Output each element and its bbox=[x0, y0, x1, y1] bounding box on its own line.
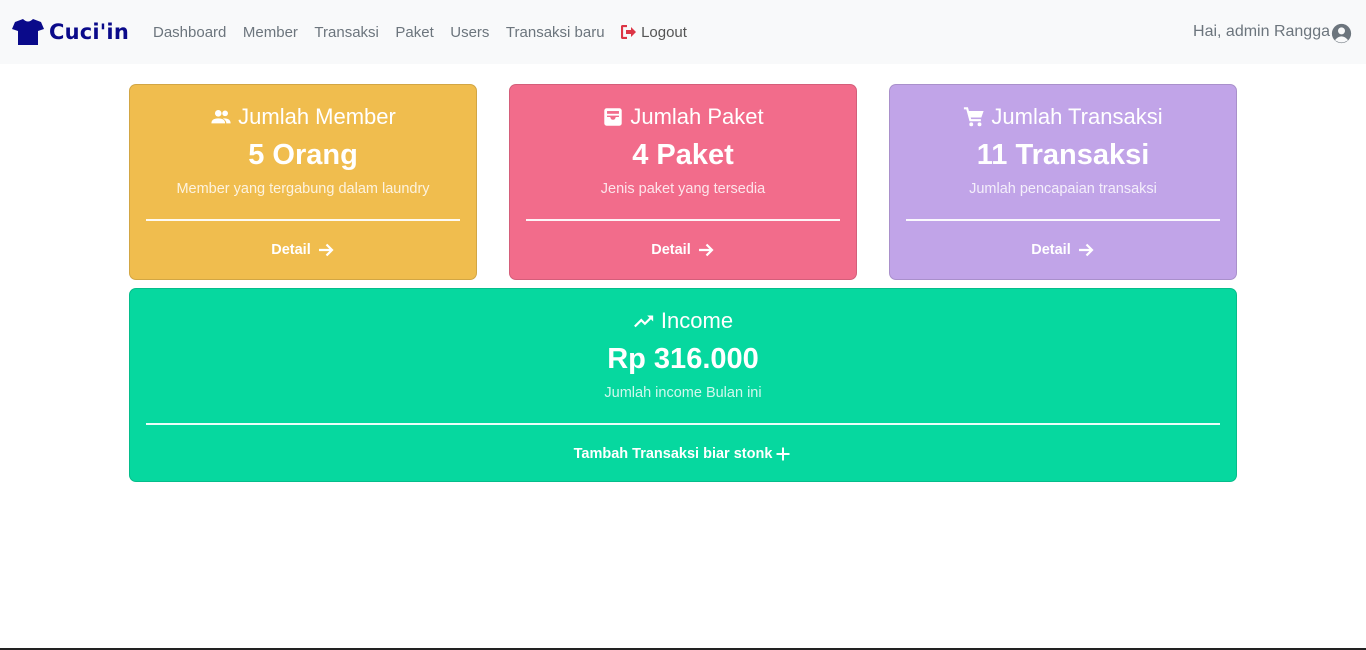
brand-name: Cuci'in bbox=[49, 20, 129, 44]
nav-link-transaksi-baru[interactable]: Transaksi baru bbox=[506, 24, 605, 41]
nav-link-paket[interactable]: Paket bbox=[395, 24, 433, 41]
nav-links: Dashboard Member Transaksi Paket Users T… bbox=[153, 24, 703, 41]
member-count: 5 Orang bbox=[248, 139, 358, 171]
nav-link-users[interactable]: Users bbox=[450, 24, 489, 41]
user-greeting: Hai, admin Rangga bbox=[1193, 23, 1330, 40]
member-card: Jumlah Member 5 Orang Member yang tergab… bbox=[129, 84, 477, 280]
member-card-title: Jumlah Member bbox=[238, 104, 396, 129]
member-detail-link[interactable]: Detail bbox=[130, 241, 476, 259]
transaksi-detail-label: Detail bbox=[1031, 242, 1071, 258]
paket-card-subtitle: Jenis paket yang tersedia bbox=[600, 181, 766, 197]
income-card-divider bbox=[146, 423, 1220, 425]
member-detail-label: Detail bbox=[271, 242, 311, 258]
brand[interactable]: Cuci'in bbox=[12, 18, 129, 46]
paket-card-title: Jumlah Paket bbox=[630, 104, 764, 129]
transaksi-count: 11 Transaksi bbox=[976, 139, 1150, 171]
plus-icon bbox=[776, 447, 790, 461]
logout-link[interactable]: Logout bbox=[621, 24, 687, 41]
paket-card-header: Jumlah Paket bbox=[510, 104, 856, 130]
member-card-header: Jumlah Member bbox=[130, 104, 476, 130]
arrow-right-icon bbox=[1078, 243, 1094, 257]
nav-link-dashboard[interactable]: Dashboard bbox=[153, 24, 226, 41]
paket-count: 4 Paket bbox=[632, 139, 734, 171]
inbox-icon bbox=[604, 108, 623, 126]
sign-out-icon bbox=[621, 25, 637, 39]
paket-card: Jumlah Paket 4 Paket Jenis paket yang te… bbox=[509, 84, 857, 280]
add-transaction-link[interactable]: Tambah Transaksi biar stonk bbox=[130, 445, 1236, 463]
income-card-subtitle: Jumlah income Bulan ini bbox=[604, 385, 762, 401]
nav-link-transaksi[interactable]: Transaksi bbox=[314, 24, 378, 41]
transaksi-card-divider bbox=[906, 219, 1220, 221]
income-card-header: Income bbox=[130, 308, 1236, 334]
transaksi-card-header: Jumlah Transaksi bbox=[890, 104, 1236, 130]
user-circle-icon bbox=[1331, 23, 1352, 44]
nav-link-member[interactable]: Member bbox=[243, 24, 298, 41]
transaksi-detail-link[interactable]: Detail bbox=[890, 241, 1236, 259]
paket-detail-link[interactable]: Detail bbox=[510, 241, 856, 259]
income-amount: Rp 316.000 bbox=[607, 343, 759, 375]
logout-label: Logout bbox=[641, 23, 687, 41]
income-card: Income Rp 316.000 Jumlah income Bulan in… bbox=[129, 288, 1237, 482]
transaksi-card-title: Jumlah Transaksi bbox=[991, 104, 1163, 129]
transaksi-card: Jumlah Transaksi 11 Transaksi Jumlah pen… bbox=[889, 84, 1237, 280]
navbar: Cuci'in Dashboard Member Transaksi Paket… bbox=[0, 0, 1366, 64]
transaksi-card-subtitle: Jumlah pencapaian transaksi bbox=[969, 181, 1157, 197]
arrow-right-icon bbox=[318, 243, 334, 257]
paket-detail-label: Detail bbox=[651, 242, 691, 258]
cart-icon bbox=[964, 107, 985, 127]
tshirt-icon bbox=[12, 19, 44, 45]
trending-up-icon bbox=[633, 315, 654, 328]
add-transaction-label: Tambah Transaksi biar stonk bbox=[573, 446, 773, 462]
users-icon bbox=[211, 110, 231, 124]
paket-card-divider bbox=[526, 219, 840, 221]
user-menu[interactable]: Hai, admin Rangga bbox=[1193, 0, 1352, 64]
arrow-right-icon bbox=[698, 243, 714, 257]
income-card-title: Income bbox=[660, 308, 734, 333]
member-card-divider bbox=[146, 219, 460, 221]
member-card-subtitle: Member yang tergabung dalam laundry bbox=[176, 181, 430, 197]
